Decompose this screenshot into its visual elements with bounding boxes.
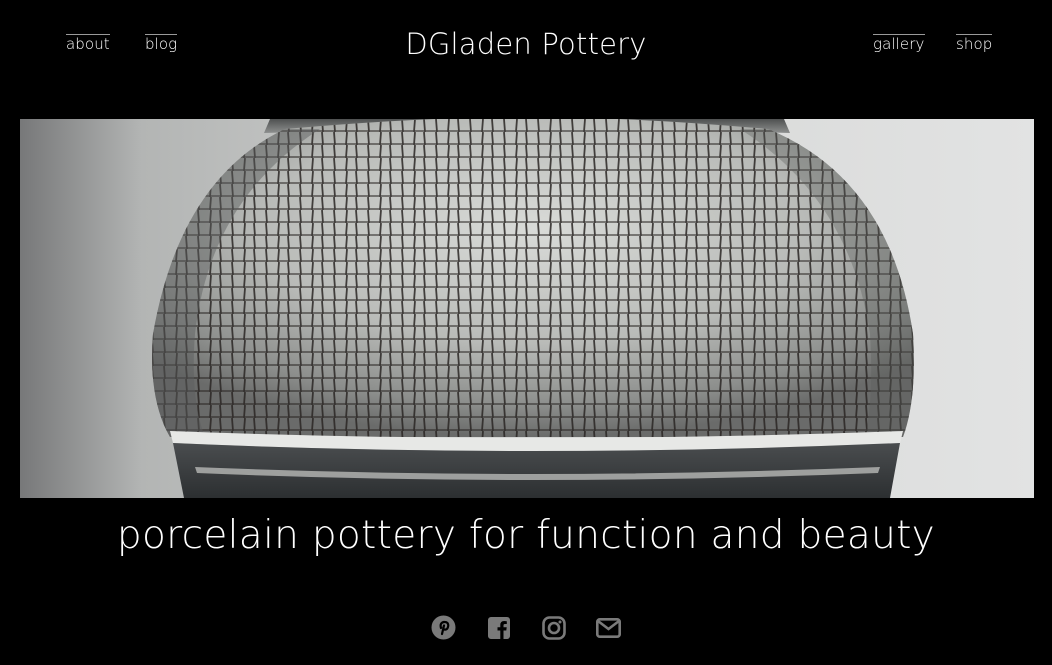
pinterest-icon[interactable] [431, 614, 456, 641]
nav-shop-link[interactable]: shop [956, 34, 993, 54]
tagline: porcelain pottery for function and beaut… [116, 513, 936, 558]
facebook-icon[interactable] [486, 614, 511, 641]
email-icon[interactable] [596, 614, 621, 641]
pottery-photo [20, 119, 1034, 498]
nav-gallery-link[interactable]: gallery [873, 34, 925, 54]
social-links [0, 614, 1052, 641]
hero-image [20, 119, 1034, 498]
page: about blog DGladen Pottery gallery shop [0, 0, 1052, 665]
instagram-icon[interactable] [541, 614, 566, 641]
